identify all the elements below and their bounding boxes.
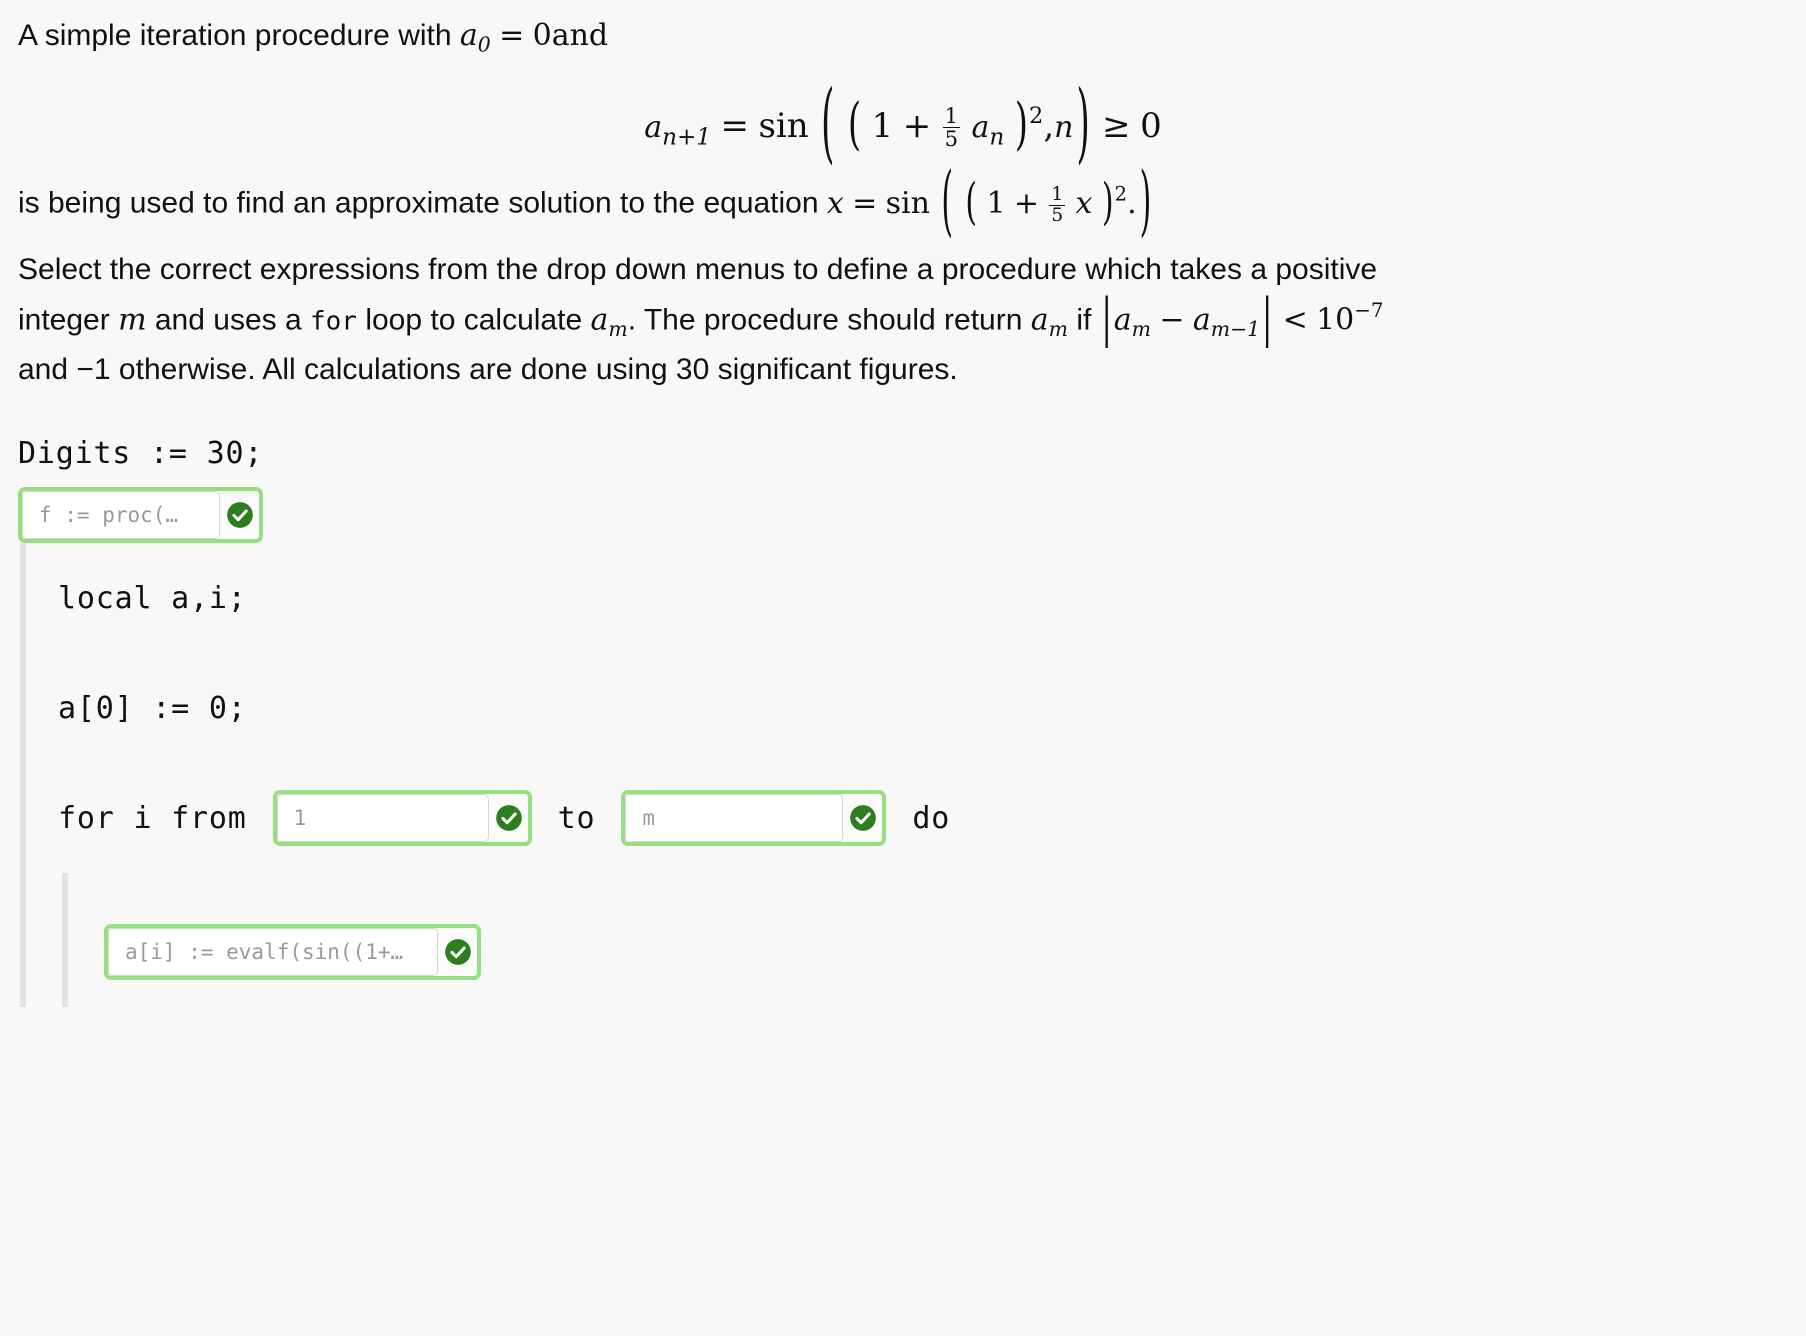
eq-close-outer: ) [1076, 73, 1090, 176]
digits-statement: Digits := 30; [18, 436, 264, 472]
problem-statement: A simple iteration procedure with a0 = 0… [0, 0, 1806, 394]
check-circle-icon [445, 939, 471, 966]
line2-text: is being used to find an approximate sol… [18, 186, 819, 220]
eq-one: 1 [871, 105, 894, 146]
code-editor: Digits := 30; f := proc(… local a,i; a[0… [0, 436, 1806, 1008]
instruction-line-2: integer m and uses a for loop to calcula… [18, 288, 1788, 349]
dropdown-to[interactable]: m [621, 790, 887, 847]
dropdown-to-field[interactable]: m [625, 794, 844, 843]
instr2-abs-sub2: m−1 [1210, 316, 1261, 341]
check-circle-icon [850, 805, 877, 832]
intro-var-a: a [459, 18, 478, 53]
instr2-abs-sub1: m [1131, 316, 1151, 341]
instr2-minus: − [1159, 302, 1185, 338]
dropdown-from-field[interactable]: 1 [276, 794, 489, 843]
eq2-open-inner: ( [965, 173, 978, 232]
loop-body-row: a[i] := evalf(sin((1+… [104, 873, 1806, 1007]
instr2-ten: 10 [1316, 302, 1355, 338]
eq-geq: ≥ [1102, 105, 1131, 146]
instr2-part-e: if [1076, 303, 1092, 337]
instr2-am-sub: m [608, 316, 628, 341]
dropdown-to-value: m [642, 806, 656, 831]
dropdown-proc-value: f := proc(… [39, 503, 179, 528]
problem-page: A simple iteration procedure with a0 = 0… [0, 0, 1806, 1336]
eq2-plus: + [1013, 185, 1040, 221]
for-loop-header: for i from 1 to m do [58, 763, 1806, 873]
eq2-one: 1 [986, 185, 1006, 221]
eq-open-inner: ( [847, 92, 862, 159]
eq-index-var: n [1054, 109, 1074, 145]
eq2-fraction: 15 [1049, 184, 1066, 227]
eq2-frac-num: 1 [1051, 184, 1064, 206]
instr2-abs-a2: a [1192, 302, 1211, 338]
code-line-local: local a,i; [58, 543, 1806, 653]
eq2-period: . [1127, 185, 1137, 221]
eq-arg-var: a [971, 109, 990, 145]
eq-arg-sub: n [989, 123, 1005, 150]
eq-frac-num: 1 [944, 102, 959, 128]
intro-text: A simple iteration procedure with [18, 19, 452, 52]
eq-sin: sin [758, 105, 809, 146]
instr2-part-d: . The procedure should return [627, 303, 1023, 337]
instruction-line-3: and −1 otherwise. All calculations are d… [18, 352, 958, 386]
eq-lhs-var: a [644, 109, 663, 145]
intro-equation: a0 = 0and [459, 18, 609, 57]
keyword-to: to [557, 800, 596, 836]
instr2-abs-open: | [1101, 288, 1112, 350]
instr2-part-c: loop to calculate [365, 303, 583, 337]
instr2-less-than: < [1282, 302, 1308, 338]
eq2-close-inner: ) [1101, 173, 1114, 232]
eq-plus: + [902, 105, 932, 146]
keyword-for-i-from: for i from [58, 800, 247, 836]
intro-equals: = [499, 18, 525, 53]
eq2-frac-den: 5 [1049, 205, 1066, 227]
eq2-open-outer: ( [941, 157, 954, 247]
keyword-do: do [912, 800, 951, 836]
dropdown-body-field[interactable]: a[i] := evalf(sin((1+… [108, 928, 438, 977]
line2: is being used to find an approximate sol… [18, 157, 1788, 246]
eq2-close-outer: ) [1139, 157, 1152, 247]
instr2-abs-close: | [1262, 288, 1273, 350]
eq-lhs-sub: n+1 [662, 123, 712, 150]
intro-line: A simple iteration procedure with a0 = 0… [18, 12, 1788, 62]
code-line-digits: Digits := 30; [18, 436, 1806, 471]
proc-dropdown-row: f := proc(… [18, 487, 1806, 544]
for-body-block: a[i] := evalf(sin((1+… [58, 873, 1806, 1008]
local-statement: local a,i; [58, 580, 247, 616]
instr2-keyword-for: for [310, 306, 357, 337]
dropdown-body[interactable]: a[i] := evalf(sin((1+… [104, 924, 481, 981]
instr2-ret-sub: m [1048, 316, 1068, 341]
eq-bound: 0 [1140, 105, 1162, 146]
dropdown-from-value: 1 [293, 806, 307, 831]
eq-close-inner: ) [1014, 92, 1029, 159]
instr2-exponent: −7 [1354, 298, 1384, 322]
eq2-sin: sin [885, 185, 930, 221]
instr2-part-a: integer [18, 303, 110, 337]
init-statement: a[0] := 0; [58, 690, 247, 726]
instruction-line-1: Select the correct expressions from the … [18, 253, 1378, 287]
eq2-equals: = [852, 185, 878, 221]
instr2-ret-var: a [1030, 302, 1049, 338]
instr2-am-var: a [590, 302, 609, 338]
eq-equals: = [720, 105, 750, 146]
instr2-var-m: m [118, 302, 147, 338]
intro-zero-and: 0and [532, 18, 609, 53]
code-line-init: a[0] := 0; [58, 653, 1806, 763]
eq-open-outer: ( [821, 73, 835, 176]
eq2-power: 2 [1114, 182, 1128, 206]
display-equation: an+1 = sin ( ( 1 + 15 an )2,n) ≥ 0 [18, 62, 1788, 187]
instr2-part-b: and uses a [154, 303, 302, 337]
check-circle-icon [227, 502, 253, 529]
dropdown-from[interactable]: 1 [272, 790, 532, 847]
check-circle-icon [495, 805, 522, 832]
intro-sub-0: 0 [477, 32, 491, 57]
dropdown-proc-field[interactable]: f := proc(… [22, 491, 220, 540]
instr2-abs-a1: a [1113, 302, 1132, 338]
proc-body-block: local a,i; a[0] := 0; for i from 1 to m … [18, 543, 1806, 1008]
eq-comma: , [1043, 105, 1055, 146]
dropdown-proc[interactable]: f := proc(… [18, 487, 263, 544]
line2-equation: x = sin ( ( 1 + 15 x )2.) [827, 157, 1154, 246]
dropdown-body-value: a[i] := evalf(sin((1+… [125, 940, 404, 965]
eq-power: 2 [1029, 102, 1044, 129]
